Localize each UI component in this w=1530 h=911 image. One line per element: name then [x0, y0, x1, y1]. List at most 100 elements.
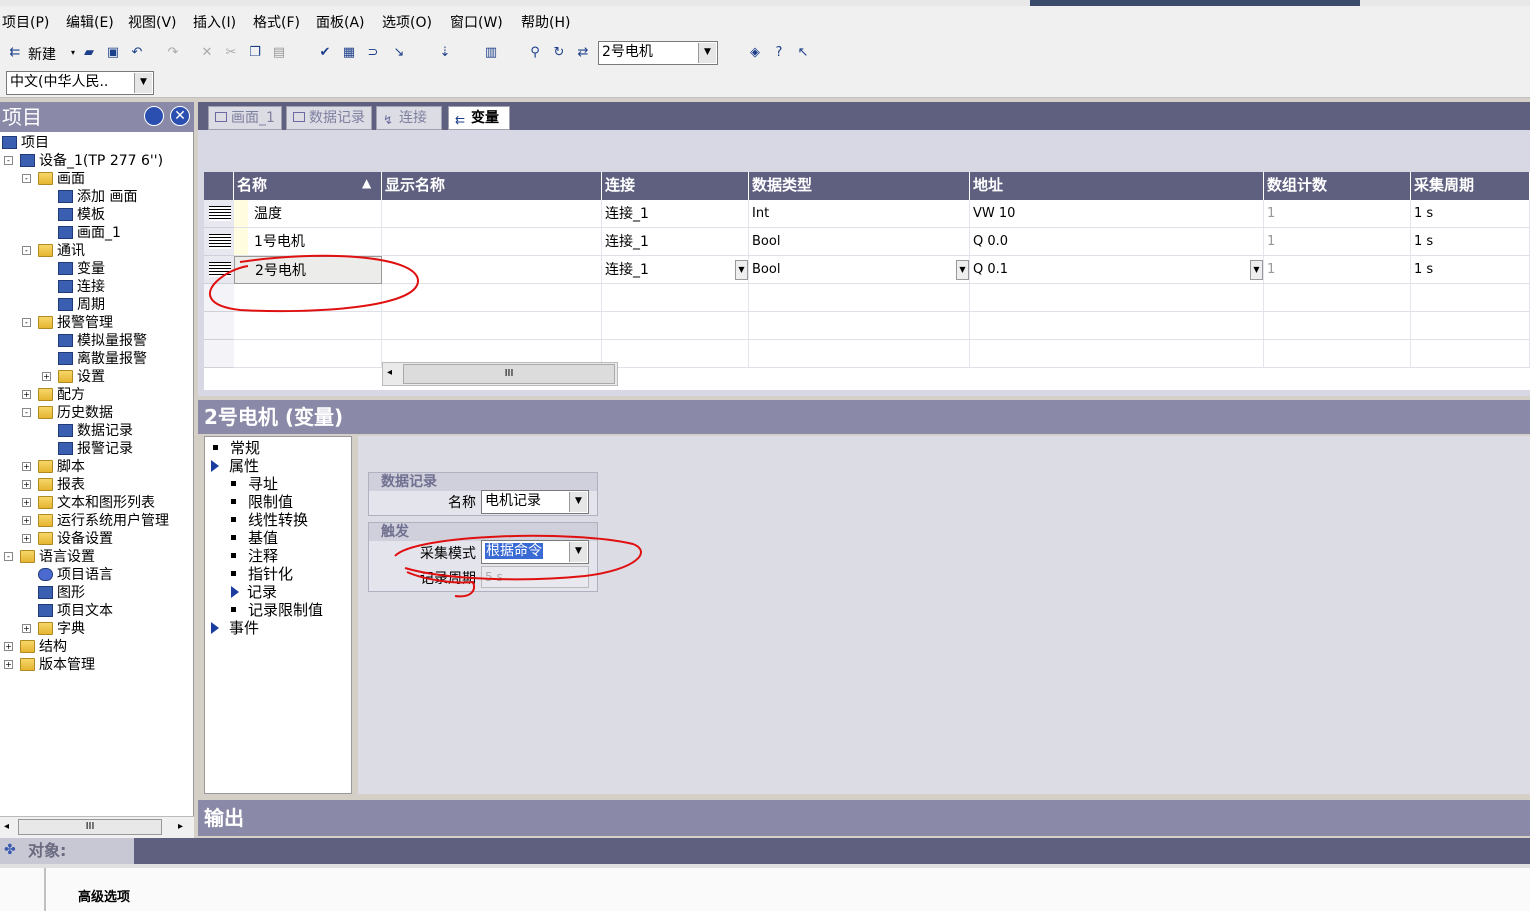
library-icon[interactable]: ▥ — [482, 44, 500, 62]
table-cell-empty[interactable] — [602, 312, 749, 340]
collapse-icon[interactable]: - — [22, 246, 31, 255]
column-header[interactable]: 显示名称 — [382, 172, 602, 200]
menu-options[interactable]: 选项(O) — [382, 12, 432, 32]
tree-item[interactable]: 语言设置 — [20, 548, 95, 566]
nav-item[interactable]: 事件 — [211, 619, 259, 637]
column-header[interactable]: 采集周期 — [1411, 172, 1530, 200]
acquisition-mode-select[interactable]: 根据命令 ▼ — [481, 540, 589, 564]
tree-item[interactable]: 设备_1(TP 277 6'') — [20, 152, 163, 170]
transfer-icon[interactable]: ⊃ — [364, 44, 382, 62]
tab-connection[interactable]: ↯ 连接 — [376, 106, 442, 130]
tree-item[interactable]: 设备设置 — [38, 530, 113, 548]
redo-icon[interactable]: ↷ — [164, 44, 182, 62]
replace-icon[interactable]: ⇄ — [574, 44, 592, 62]
expand-icon[interactable]: + — [22, 534, 31, 543]
expand-icon[interactable]: + — [4, 642, 13, 651]
row-header[interactable] — [204, 256, 234, 284]
chevron-down-icon[interactable]: ▼ — [735, 260, 748, 280]
copy-icon[interactable]: ❐ — [246, 44, 264, 62]
tree-item[interactable]: 项目 — [2, 134, 49, 152]
table-cell[interactable]: 温度 — [234, 200, 382, 228]
table-cell-empty[interactable] — [1264, 340, 1411, 368]
nav-item[interactable]: 记录限制值 — [231, 601, 323, 619]
table-cell-empty[interactable] — [234, 312, 382, 340]
context-help-icon[interactable]: ↖ — [794, 44, 812, 62]
close-icon[interactable]: ✕ — [170, 106, 190, 126]
row-header[interactable] — [204, 284, 234, 312]
expand-icon[interactable]: + — [22, 516, 31, 525]
table-cell-empty[interactable] — [382, 284, 602, 312]
table-cell-empty[interactable] — [970, 284, 1264, 312]
table-cell-empty[interactable] — [1411, 312, 1530, 340]
tree-item[interactable]: 项目语言 — [38, 566, 113, 584]
table-cell[interactable]: VW 10 — [970, 200, 1264, 228]
table-cell-empty[interactable] — [234, 284, 382, 312]
table-cell[interactable] — [382, 228, 602, 256]
grid-corner[interactable] — [204, 172, 234, 200]
undo-icon[interactable]: ↶ — [128, 44, 146, 62]
tree-item[interactable]: 模板 — [58, 206, 105, 224]
table-cell[interactable]: 1 — [1264, 228, 1411, 256]
menu-view[interactable]: 视图(V) — [128, 12, 177, 32]
tree-item[interactable]: 字典 — [38, 620, 85, 638]
find-icon[interactable]: ⚲ — [526, 44, 544, 62]
table-cell-empty[interactable] — [970, 340, 1264, 368]
sort-ascending-icon[interactable]: ▲ — [362, 176, 371, 190]
table-cell-empty[interactable] — [970, 312, 1264, 340]
expand-icon[interactable]: + — [22, 498, 31, 507]
nav-item[interactable]: 记录 — [231, 583, 277, 601]
menu-window[interactable]: 窗口(W) — [450, 12, 503, 32]
table-cell-empty[interactable] — [1411, 340, 1530, 368]
nav-item[interactable]: 限制值 — [231, 493, 293, 511]
table-cell-empty[interactable] — [602, 284, 749, 312]
tree-item[interactable]: 报警管理 — [38, 314, 113, 332]
tree-item[interactable]: 图形 — [38, 584, 85, 602]
tree-item[interactable]: 变量 — [58, 260, 105, 278]
tree-item[interactable]: 模拟量报警 — [58, 332, 147, 350]
compile-icon[interactable]: ▦ — [340, 44, 358, 62]
save-icon[interactable]: ▣ — [104, 44, 122, 62]
language-combo[interactable]: 中文(中华人民.. ▼ — [6, 71, 154, 95]
table-cell-empty[interactable] — [234, 340, 382, 368]
scroll-left-icon[interactable]: ◂ — [4, 821, 9, 832]
collapse-icon[interactable]: - — [22, 318, 31, 327]
table-cell-empty[interactable] — [382, 312, 602, 340]
nav-item[interactable]: 属性 — [211, 457, 259, 475]
table-cell[interactable]: 连接_1 — [602, 200, 749, 228]
table-cell[interactable]: 1 — [1264, 256, 1411, 284]
table-scrollbar[interactable]: ◂ III — [382, 362, 618, 386]
tree-item[interactable]: 设置 — [58, 368, 105, 386]
collapse-icon[interactable]: - — [22, 408, 31, 417]
column-header[interactable]: 数组计数 — [1264, 172, 1411, 200]
collapse-icon[interactable]: - — [4, 552, 13, 561]
nav-item[interactable]: 线性转换 — [231, 511, 308, 529]
log-name-select[interactable]: 电机记录 ▼ — [481, 490, 589, 514]
object-combo[interactable]: 2号电机 ▼ — [598, 41, 718, 65]
runtime-icon[interactable]: ↘ — [390, 44, 408, 62]
table-cell[interactable]: 1 — [1264, 200, 1411, 228]
tree-item[interactable]: 通讯 — [38, 242, 85, 260]
table-cell-empty[interactable] — [1264, 284, 1411, 312]
chevron-down-icon[interactable]: ▼ — [698, 43, 716, 63]
table-cell-empty[interactable] — [1264, 312, 1411, 340]
table-cell[interactable]: Q 0.1 — [970, 256, 1264, 284]
row-header[interactable] — [204, 200, 234, 228]
accessories-icon[interactable]: ◈ — [746, 44, 764, 62]
menu-edit[interactable]: 编辑(E) — [66, 12, 114, 32]
scroll-left-icon[interactable]: ◂ — [387, 367, 392, 378]
table-cell[interactable] — [382, 200, 602, 228]
cross-ref-icon[interactable]: ↻ — [550, 44, 568, 62]
tab-tags[interactable]: ⇇ 变量 — [448, 106, 510, 130]
expand-icon[interactable]: + — [22, 390, 31, 399]
tree-item[interactable]: 结构 — [20, 638, 67, 656]
chevron-down-icon[interactable]: ▼ — [569, 492, 587, 512]
table-cell-empty[interactable] — [749, 312, 970, 340]
scroll-right-icon[interactable]: ▸ — [178, 821, 183, 832]
chevron-down-icon[interactable]: ▼ — [569, 542, 587, 562]
nav-item[interactable]: 常规 — [213, 439, 260, 457]
column-header[interactable]: 地址 — [970, 172, 1264, 200]
download-icon[interactable]: ⇣ — [436, 44, 454, 62]
table-cell-empty[interactable] — [602, 340, 749, 368]
help-topics-icon[interactable]: ? — [770, 44, 788, 62]
expand-icon[interactable]: + — [22, 462, 31, 471]
